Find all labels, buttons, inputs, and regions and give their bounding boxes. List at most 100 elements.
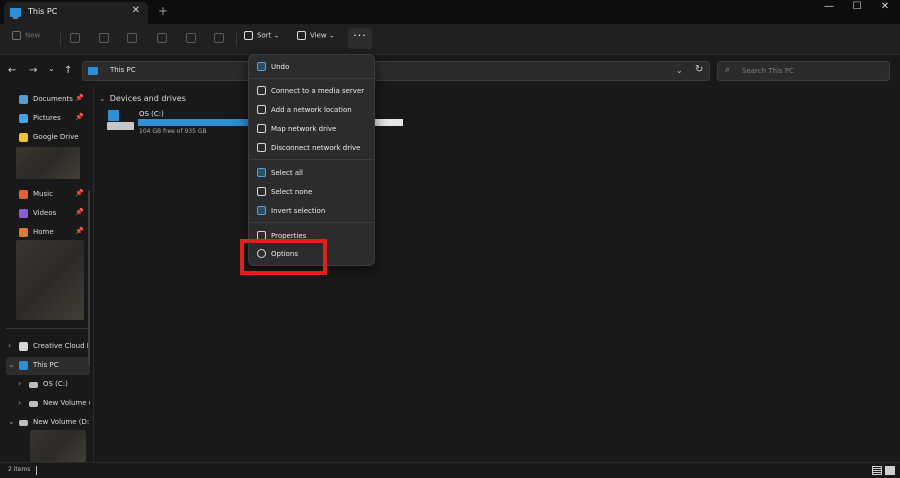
view-icon: [297, 31, 306, 40]
new-icon: [12, 31, 21, 40]
navigation-scrollbar[interactable]: [88, 190, 90, 366]
this-pc-icon: [10, 8, 21, 19]
rename-icon[interactable]: [157, 33, 167, 43]
address-row: ← → ⌄ ↑ This PC ⌄ ↻ ⌕ Search This PC: [0, 56, 900, 86]
back-button[interactable]: ←: [8, 65, 16, 76]
details-view-icon[interactable]: [872, 466, 882, 475]
drive-icon: [29, 382, 38, 388]
devices-and-drives-header[interactable]: ⌄ Devices and drives: [99, 94, 186, 103]
this-pc-icon: [88, 67, 98, 75]
home-icon: [19, 228, 28, 237]
new-button[interactable]: New: [12, 31, 40, 40]
tiles-view-icon[interactable]: [885, 466, 895, 475]
sort-button[interactable]: Sort ⌄: [244, 31, 279, 40]
sidebar-item-documents[interactable]: Documents 📌: [6, 91, 90, 109]
recent-locations-button[interactable]: ⌄: [48, 64, 55, 73]
see-more-button[interactable]: ···: [348, 28, 372, 49]
toolbar-divider: [60, 32, 61, 46]
google-drive-icon: [19, 133, 28, 142]
menu-item-disconnect-network-drive[interactable]: Disconnect network drive: [253, 139, 371, 157]
chevron-right-icon[interactable]: ›: [18, 379, 21, 388]
pin-icon: 📌: [75, 113, 84, 121]
nav-divider: [6, 328, 88, 329]
search-icon: ⌕: [725, 65, 731, 75]
cut-icon[interactable]: [70, 33, 80, 43]
copy-icon[interactable]: [99, 33, 109, 43]
new-tab-button[interactable]: +: [158, 4, 168, 18]
address-path: This PC: [110, 66, 136, 74]
title-bar: This PC ✕ + — ☐ ✕: [0, 0, 900, 24]
delete-icon[interactable]: [214, 33, 224, 43]
os-drive-icon[interactable]: [107, 110, 134, 131]
status-divider: [36, 466, 37, 475]
menu-item-invert-selection[interactable]: Invert selection: [253, 202, 371, 220]
maximize-button[interactable]: ☐: [842, 0, 872, 16]
refresh-button[interactable]: ↻: [695, 64, 703, 75]
address-dropdown-button[interactable]: ⌄: [676, 66, 683, 75]
undo-icon: [257, 62, 266, 71]
sidebar-item-creative-cloud[interactable]: › Creative Cloud F: [6, 338, 90, 356]
search-placeholder: Search This PC: [742, 67, 794, 75]
network-location-icon: [257, 105, 266, 114]
options-highlight-box: [240, 239, 327, 275]
sidebar-item-new-volume[interactable]: › New Volume (: [16, 395, 90, 413]
sidebar-item-this-pc[interactable]: ⌄ This PC: [6, 357, 90, 375]
chevron-down-icon[interactable]: ⌄: [8, 417, 15, 426]
up-button[interactable]: ↑: [64, 65, 72, 76]
toolbar-divider: [236, 32, 237, 46]
close-window-button[interactable]: ✕: [870, 0, 900, 16]
see-more-menu: Undo Connect to a media server Add a net…: [248, 54, 375, 266]
pin-icon: 📌: [75, 94, 84, 102]
disconnect-drive-icon: [257, 143, 266, 152]
menu-divider: [250, 159, 374, 160]
pictures-icon: [19, 114, 28, 123]
this-pc-icon: [19, 361, 28, 370]
chevron-right-icon[interactable]: ›: [8, 341, 11, 350]
sidebar-item-pictures[interactable]: Pictures 📌: [6, 110, 90, 128]
tab-this-pc[interactable]: This PC ✕: [4, 2, 148, 24]
close-tab-icon[interactable]: ✕: [132, 5, 140, 16]
menu-divider: [250, 78, 374, 79]
sidebar-item-music[interactable]: Music 📌: [6, 186, 90, 204]
pin-icon: 📌: [75, 227, 84, 235]
view-button[interactable]: View ⌄: [297, 31, 335, 40]
drive-icon: [19, 420, 28, 426]
pin-icon: 📌: [75, 208, 84, 216]
drive-name[interactable]: OS (C:): [139, 110, 164, 118]
menu-item-add-network-location[interactable]: Add a network location: [253, 101, 371, 119]
chevron-right-icon[interactable]: ›: [18, 398, 21, 407]
command-bar: New Sort ⌄ View ⌄ ···: [0, 24, 900, 55]
pin-icon: 📌: [75, 189, 84, 197]
chevron-down-icon[interactable]: ⌄: [8, 360, 15, 369]
invert-selection-icon: [257, 206, 266, 215]
share-icon[interactable]: [186, 33, 196, 43]
menu-item-map-network-drive[interactable]: Map network drive: [253, 120, 371, 138]
menu-item-connect-media-server[interactable]: Connect to a media server: [253, 82, 371, 100]
status-bar: 2 items: [0, 462, 900, 478]
creative-cloud-icon: [19, 342, 28, 351]
tab-title: This PC: [28, 7, 58, 16]
media-server-icon: [257, 86, 266, 95]
menu-item-select-none[interactable]: Select none: [253, 183, 371, 201]
forward-button[interactable]: →: [29, 65, 37, 76]
chevron-down-icon: ⌄: [99, 94, 106, 103]
paste-icon[interactable]: [127, 33, 137, 43]
blurred-sidebar-item: [16, 147, 80, 179]
minimize-button[interactable]: —: [814, 0, 844, 16]
map-drive-icon: [257, 124, 266, 133]
documents-icon: [19, 95, 28, 104]
navigation-pane: Documents 📌 Pictures 📌 Google Drive Musi…: [0, 86, 94, 462]
blurred-sidebar-items: [16, 240, 84, 320]
sidebar-item-os-c[interactable]: › OS (C:): [16, 376, 100, 394]
menu-item-undo[interactable]: Undo: [253, 58, 371, 76]
drive-icon: [29, 401, 38, 407]
search-input[interactable]: ⌕ Search This PC: [717, 61, 890, 81]
music-icon: [19, 190, 28, 199]
blurred-sidebar-items: [30, 430, 86, 462]
address-bar[interactable]: This PC: [82, 61, 710, 81]
sidebar-item-videos[interactable]: Videos 📌: [6, 205, 90, 223]
menu-item-select-all[interactable]: Select all: [253, 164, 371, 182]
windows-logo-icon: [108, 110, 119, 121]
menu-divider: [250, 222, 374, 223]
sidebar-item-google-drive[interactable]: Google Drive: [6, 129, 90, 147]
